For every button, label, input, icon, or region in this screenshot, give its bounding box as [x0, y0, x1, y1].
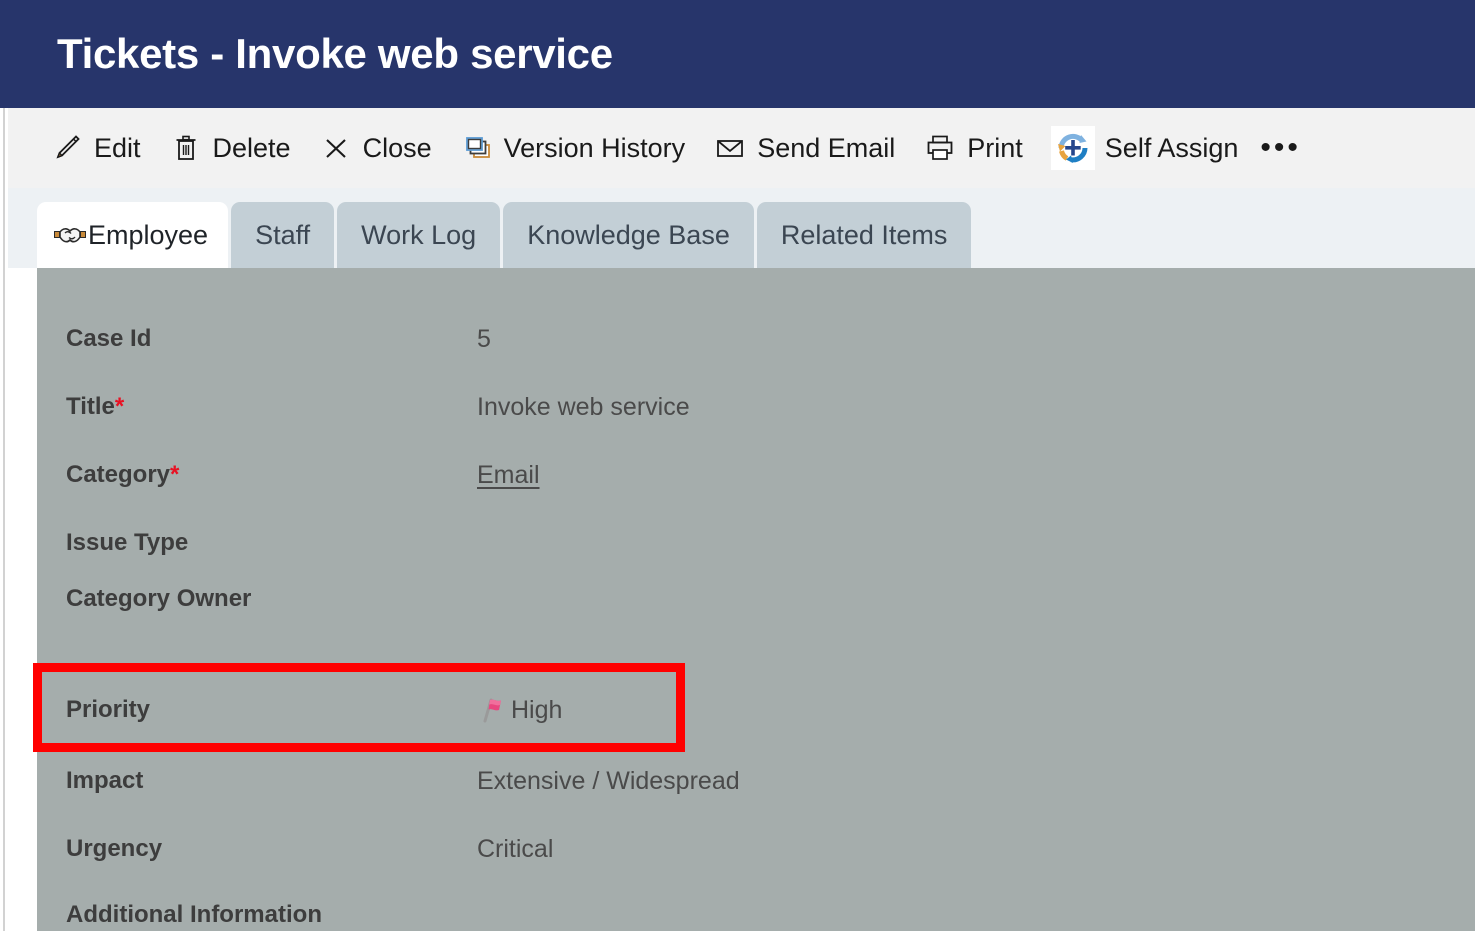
delete-label: Delete — [212, 132, 291, 163]
close-x-icon — [319, 131, 353, 165]
tab-employee[interactable]: Employee — [37, 202, 229, 268]
command-toolbar: Edit Delete Close Version History Send E… — [8, 108, 1475, 188]
priority-value: High — [477, 695, 562, 725]
title-value: Invoke web service — [477, 392, 690, 421]
urgency-label: Urgency — [66, 835, 163, 862]
content-left-gutter — [8, 268, 37, 931]
tab-bar: Employee Staff Work Log Knowledge Base R… — [8, 188, 1475, 268]
header-left-edge — [3, 0, 5, 108]
field-row-urgency: Urgency Critical — [37, 832, 1475, 866]
page-header: Tickets - Invoke web service — [0, 0, 1475, 108]
tab-related-items[interactable]: Related Items — [756, 202, 972, 268]
issue-type-label: Issue Type — [66, 529, 189, 556]
close-button[interactable]: Close — [319, 124, 432, 172]
required-marker: * — [170, 461, 180, 488]
impact-value: Extensive / Widespread — [477, 766, 740, 795]
envelope-icon — [713, 131, 747, 165]
edit-label: Edit — [94, 132, 141, 163]
ticket-detail-panel: Case Id 5 Title* Invoke web service Cate… — [37, 268, 1475, 931]
field-row-impact: Impact Extensive / Widespread — [37, 764, 1475, 798]
field-row-additional-information: Additional Information — [37, 898, 1475, 931]
category-value-link[interactable]: Email — [477, 461, 540, 490]
self-assign-icon — [1050, 126, 1095, 170]
impact-label: Impact — [66, 767, 144, 794]
tab-work-log-label: Work Log — [361, 219, 477, 250]
tab-related-items-label: Related Items — [780, 219, 948, 250]
version-history-icon — [460, 131, 494, 165]
print-label: Print — [967, 132, 1023, 163]
category-label: Category* — [66, 461, 180, 488]
tab-staff[interactable]: Staff — [231, 202, 335, 268]
tab-list: Employee Staff Work Log Knowledge Base R… — [37, 202, 974, 268]
field-row-case-id: Case Id 5 — [37, 322, 1475, 356]
pencil-icon — [50, 131, 84, 165]
field-row-title: Title* Invoke web service — [37, 390, 1475, 424]
delete-button[interactable]: Delete — [169, 124, 291, 172]
version-history-button[interactable]: Version History — [460, 124, 686, 172]
case-id-value: 5 — [477, 324, 491, 353]
tab-staff-label: Staff — [255, 219, 311, 250]
tab-knowledge-base-label: Knowledge Base — [527, 219, 730, 250]
edit-button[interactable]: Edit — [50, 124, 141, 172]
field-row-category: Category* Email — [37, 458, 1475, 492]
printer-icon — [923, 131, 957, 165]
send-email-label: Send Email — [757, 132, 896, 163]
send-email-button[interactable]: Send Email — [713, 124, 895, 172]
left-margin-rule — [3, 108, 5, 931]
version-history-label: Version History — [503, 132, 686, 163]
more-commands-button[interactable]: ••• — [1260, 124, 1301, 172]
page-title: Tickets - Invoke web service — [57, 30, 613, 77]
field-row-priority: Priority High — [37, 693, 1475, 727]
case-id-label: Case Id — [66, 325, 152, 352]
required-marker: * — [114, 393, 125, 420]
tab-employee-label: Employee — [88, 219, 209, 250]
close-label: Close — [362, 132, 432, 163]
self-assign-label: Self Assign — [1104, 132, 1239, 163]
more-commands-label: ••• — [1260, 131, 1301, 164]
urgency-value: Critical — [477, 834, 554, 863]
field-row-issue-type: Issue Type — [37, 526, 1475, 560]
self-assign-button[interactable]: Self Assign — [1050, 124, 1239, 172]
priority-label: Priority — [66, 696, 151, 723]
print-button[interactable]: Print — [923, 124, 1023, 172]
handshake-icon — [53, 220, 87, 250]
tab-work-log[interactable]: Work Log — [337, 202, 501, 268]
category-owner-label: Category Owner — [66, 585, 252, 612]
trash-icon — [169, 131, 203, 165]
tab-knowledge-base[interactable]: Knowledge Base — [503, 202, 754, 268]
additional-information-label: Additional Information — [66, 901, 322, 928]
field-row-category-owner: Category Owner — [37, 582, 1475, 616]
pink-flag-icon — [477, 695, 509, 725]
priority-value-text: High — [511, 695, 563, 724]
title-label: Title* — [66, 393, 125, 420]
